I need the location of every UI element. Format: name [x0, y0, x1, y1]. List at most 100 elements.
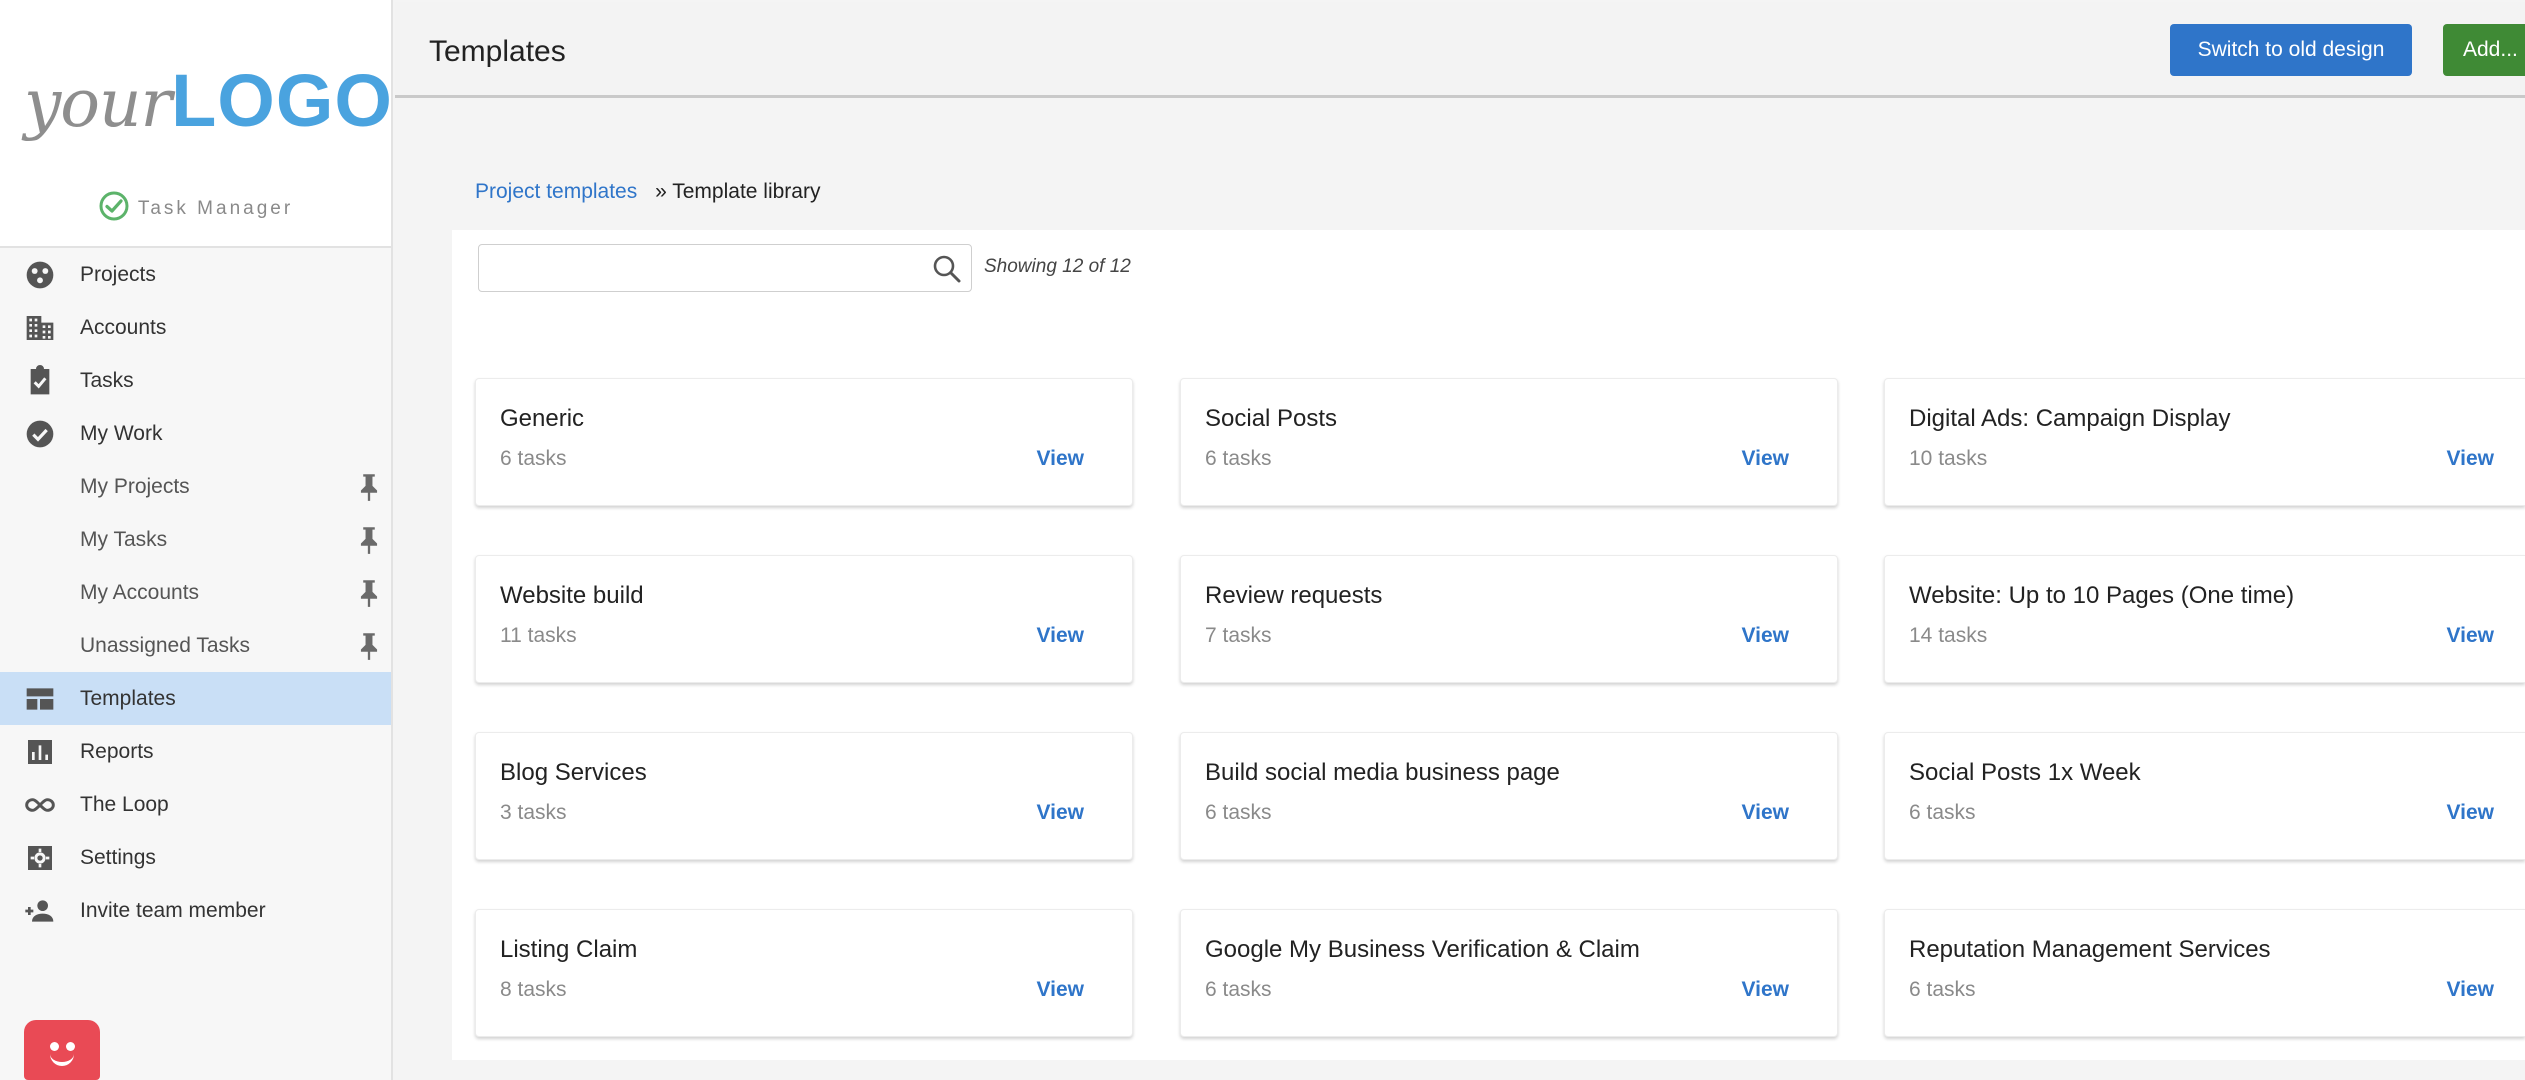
sidebar-item-my-work[interactable]: My Work	[0, 407, 391, 460]
template-name: Blog Services	[500, 759, 647, 786]
sidebar-item-label: Tasks	[80, 368, 134, 392]
template-task-count: 3 tasks	[500, 801, 567, 824]
sidebar-item-label: Reports	[80, 739, 154, 763]
template-name: Reputation Management Services	[1909, 936, 2271, 963]
pin-icon[interactable]	[355, 472, 383, 502]
template-task-count: 6 tasks	[1205, 801, 1272, 824]
logo-your: your	[24, 65, 172, 142]
sidebar-item-accounts[interactable]: Accounts	[0, 301, 391, 354]
search-box	[478, 244, 972, 292]
view-link[interactable]: View	[2447, 447, 2494, 471]
check-circle-icon	[98, 190, 130, 228]
pin-icon[interactable]	[355, 578, 383, 608]
template-card: Reputation Management Services 6 tasks V…	[1884, 909, 2525, 1037]
projects-icon	[0, 259, 80, 291]
template-card: Review requests 7 tasks View	[1180, 555, 1838, 683]
add-button[interactable]: Add...	[2443, 24, 2525, 76]
breadcrumb-current: Template library	[672, 180, 821, 203]
template-task-count: 10 tasks	[1909, 447, 1988, 470]
logo-area: yourLOGO Task Manager	[0, 0, 393, 248]
sidebar-item-reports[interactable]: Reports	[0, 725, 391, 778]
template-name: Build social media business page	[1205, 759, 1560, 786]
template-card: Social Posts 6 tasks View	[1180, 378, 1838, 506]
view-link[interactable]: View	[2447, 801, 2494, 825]
pin-icon[interactable]	[355, 525, 383, 555]
view-link[interactable]: View	[2447, 624, 2494, 648]
template-name: Listing Claim	[500, 936, 638, 963]
sidebar-item-my-accounts[interactable]: My Accounts	[0, 566, 391, 619]
search-input[interactable]	[479, 245, 909, 289]
templates-icon	[0, 683, 80, 715]
sidebar-item-label: My Accounts	[80, 580, 200, 604]
breadcrumb-link-project-templates[interactable]: Project templates	[475, 180, 637, 203]
view-link[interactable]: View	[1037, 447, 1084, 471]
page-title: Templates	[429, 35, 566, 68]
sidebar-item-label: Unassigned Tasks	[80, 633, 251, 657]
app-name-label: Task Manager	[137, 198, 294, 219]
breadcrumb: Project templates » Template library	[475, 180, 820, 204]
view-link[interactable]: View	[2447, 978, 2494, 1002]
logo-brand: LOGO	[171, 59, 393, 142]
sidebar-item-label: My Tasks	[80, 527, 168, 551]
search-icon[interactable]	[931, 253, 963, 285]
top-bar: Templates Switch to old design Add...	[395, 2, 2525, 98]
template-task-count: 6 tasks	[1205, 978, 1272, 1001]
sidebar-item-projects[interactable]: Projects	[0, 248, 391, 301]
template-name: Review requests	[1205, 582, 1383, 609]
clipboard-check-icon	[0, 364, 80, 397]
sidebar-item-settings[interactable]: Settings	[0, 831, 391, 884]
view-link[interactable]: View	[1742, 801, 1789, 825]
template-card: Generic 6 tasks View	[475, 378, 1133, 506]
view-link[interactable]: View	[1037, 801, 1084, 825]
template-name: Website: Up to 10 Pages (One time)	[1909, 582, 2295, 609]
building-icon	[0, 312, 80, 344]
sidebar-item-unassigned-tasks[interactable]: Unassigned Tasks	[0, 619, 391, 672]
template-card: Build social media business page 6 tasks…	[1180, 732, 1838, 860]
chat-smile-icon	[50, 1054, 74, 1066]
template-name: Digital Ads: Campaign Display	[1909, 405, 2231, 432]
switch-to-old-design-button[interactable]: Switch to old design	[2170, 24, 2412, 76]
view-link[interactable]: View	[1742, 624, 1789, 648]
sidebar-item-label: The Loop	[80, 792, 169, 816]
sidebar-item-label: My Work	[80, 421, 163, 445]
pin-icon[interactable]	[355, 631, 383, 661]
sidebar-item-the-loop[interactable]: The Loop	[0, 778, 391, 831]
sidebar-item-label: Accounts	[80, 315, 167, 339]
template-name: Generic	[500, 405, 585, 432]
logo[interactable]: yourLOGO	[24, 58, 393, 143]
view-link[interactable]: View	[1742, 447, 1789, 471]
infinity-icon	[0, 789, 80, 821]
sidebar-item-my-projects[interactable]: My Projects	[0, 460, 391, 513]
sidebar-item-label: Projects	[80, 262, 156, 286]
sidebar-nav: Projects Accounts Tasks My Work My Proje…	[0, 248, 391, 937]
template-task-count: 14 tasks	[1909, 624, 1988, 647]
template-task-count: 7 tasks	[1205, 624, 1272, 647]
chat-eye-icon	[50, 1042, 59, 1051]
breadcrumb-separator: »	[655, 180, 667, 203]
bar-chart-icon	[0, 736, 80, 768]
template-card: Website build 11 tasks View	[475, 555, 1133, 683]
template-task-count: 6 tasks	[1909, 801, 1976, 824]
view-link[interactable]: View	[1037, 978, 1084, 1002]
sidebar-item-invite-team-member[interactable]: Invite team member	[0, 884, 391, 937]
template-card: Website: Up to 10 Pages (One time) 14 ta…	[1884, 555, 2525, 683]
view-link[interactable]: View	[1742, 978, 1789, 1002]
sidebar-item-tasks[interactable]: Tasks	[0, 354, 391, 407]
template-task-count: 8 tasks	[500, 978, 567, 1001]
add-person-icon	[0, 895, 80, 927]
template-name: Website build	[500, 582, 644, 609]
template-task-count: 11 tasks	[500, 624, 577, 647]
sidebar-item-label: Invite team member	[80, 898, 266, 922]
sidebar-item-label: My Projects	[80, 474, 190, 498]
results-count: Showing 12 of 12	[984, 256, 1131, 277]
sidebar-item-my-tasks[interactable]: My Tasks	[0, 513, 391, 566]
sidebar-item-label: Settings	[80, 845, 156, 869]
sidebar-item-templates[interactable]: Templates	[0, 672, 391, 725]
template-card: Google My Business Verification & Claim …	[1180, 909, 1838, 1037]
chat-widget-button[interactable]	[24, 1020, 100, 1080]
template-name: Social Posts 1x Week	[1909, 759, 2141, 786]
template-card: Social Posts 1x Week 6 tasks View	[1884, 732, 2525, 860]
check-circle-icon	[0, 418, 80, 450]
template-card: Digital Ads: Campaign Display 10 tasks V…	[1884, 378, 2525, 506]
view-link[interactable]: View	[1037, 624, 1084, 648]
